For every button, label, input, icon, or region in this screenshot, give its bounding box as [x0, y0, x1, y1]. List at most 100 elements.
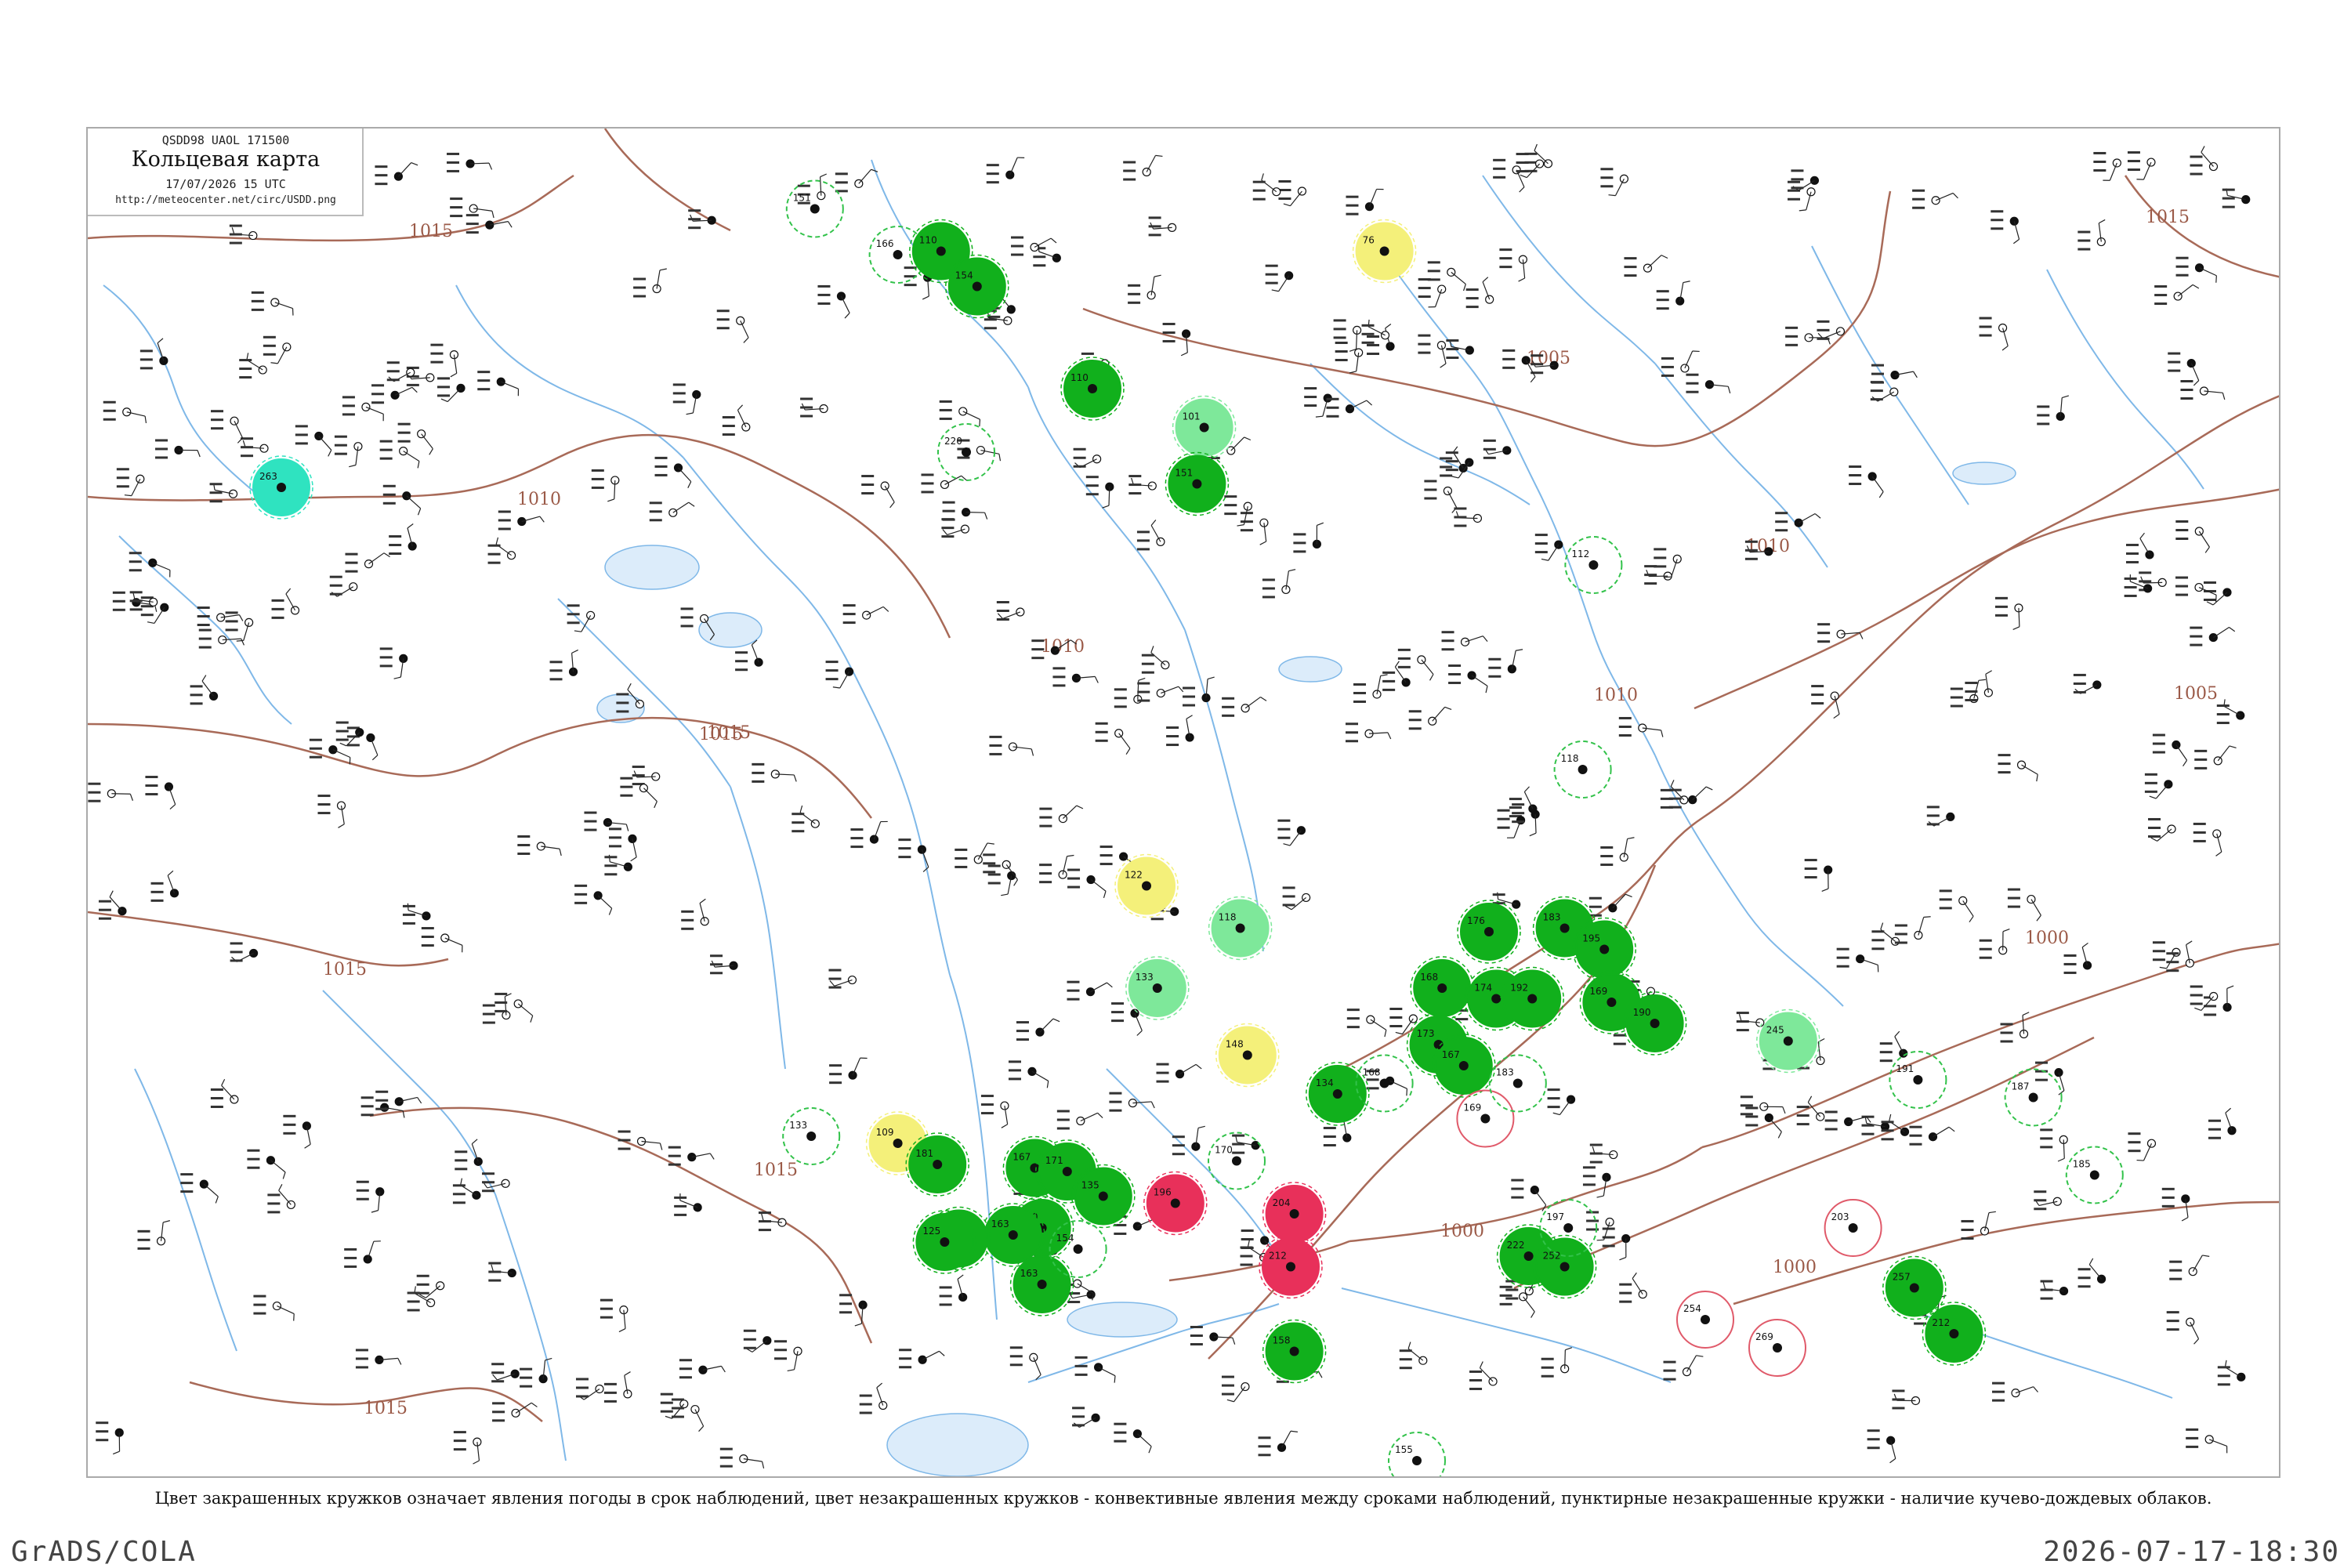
station-glyph: [1266, 265, 1293, 292]
station-glyph: [1293, 523, 1323, 552]
station-glyph: [1052, 667, 1098, 686]
station-glyph: [230, 942, 258, 961]
station-glyph: [2040, 1128, 2067, 1161]
station-glyph: [380, 647, 408, 679]
station-dot: [1232, 1157, 1241, 1166]
station-glyph: [688, 209, 715, 229]
station-glyph: [1137, 520, 1165, 551]
station-temp: 269: [1755, 1331, 1773, 1342]
station-glyph: [1805, 859, 1832, 891]
station-dot: [1286, 1262, 1295, 1272]
station-temp: 204: [1273, 1197, 1291, 1208]
station-glyph: [717, 310, 748, 342]
grads-credit: GrADS/COLA: [11, 1536, 197, 1568]
station-glyph: [633, 269, 667, 298]
station-glyph: [103, 401, 147, 423]
station-dot: [1153, 983, 1162, 993]
station-temp: 220: [944, 436, 962, 447]
station-glyph: [668, 1146, 714, 1166]
station-dot: [940, 1237, 949, 1247]
station-glyph: [861, 475, 894, 508]
station-temp: 154: [955, 270, 973, 281]
station-circle-conv: 203: [1825, 1200, 1882, 1256]
station-dot: [1243, 1051, 1252, 1060]
station-dot: [1560, 924, 1570, 933]
station-glyph: [1039, 806, 1083, 827]
station-glyph: [817, 285, 849, 318]
station-circle-open-green: 220: [938, 424, 994, 480]
station-glyph: [1418, 278, 1446, 307]
station-temp: 222: [1507, 1240, 1525, 1251]
station-glyph: [335, 436, 362, 467]
station-glyph: [723, 405, 750, 436]
station-glyph: [1980, 317, 2009, 351]
bulletin-code: QSDD98 UAOL 171500: [88, 133, 364, 147]
station-temp: 167: [1012, 1152, 1031, 1163]
station-glyph: [2175, 520, 2209, 552]
station-dot: [1849, 1223, 1858, 1233]
station-glyph: [1892, 1389, 1919, 1409]
station-glyph: [1142, 646, 1169, 673]
station-glyph: [774, 1340, 802, 1371]
station-glyph: [989, 736, 1033, 756]
station-glyph: [1548, 1088, 1575, 1114]
station-circle-rain: 176: [1458, 900, 1520, 963]
isobar-labels: 1015 1010 1015 1015 1015 1015 1010 1005 …: [323, 208, 2218, 1418]
station-glyph: [380, 440, 419, 469]
isobar-label: 1000: [2025, 929, 2069, 948]
station-glyph: [151, 871, 179, 901]
station-glyph: [2139, 571, 2166, 591]
station-glyph: [1446, 451, 1473, 478]
station-glyph: [1128, 475, 1156, 494]
station-glyph: [843, 604, 889, 624]
station-glyph: [387, 361, 415, 381]
station-glyph: [1871, 923, 1899, 951]
station-dot: [1290, 1347, 1299, 1356]
station-glyph: [263, 336, 291, 364]
station-dot: [1030, 1164, 1039, 1173]
station-glyph: [576, 1378, 603, 1400]
station-glyph: [899, 1349, 944, 1368]
station-glyph: [1541, 1348, 1572, 1378]
station-glyph: [1737, 1012, 1764, 1031]
station-glyph: [1057, 1110, 1103, 1130]
station-glyph: [1493, 159, 1524, 192]
station-glyph: [336, 722, 364, 746]
station-glyph: [342, 396, 383, 421]
station-glyph: [1980, 929, 2010, 959]
station-glyph: [1511, 1179, 1545, 1211]
station-glyph: [2217, 699, 2244, 724]
station-glyph: [430, 344, 458, 377]
station-glyph: [2074, 674, 2101, 693]
station-circle-cyan: 263: [250, 456, 313, 519]
station-glyph: [2169, 1255, 2209, 1280]
title-box: QSDD98 UAOL 171500 Кольцевая карта 17/07…: [88, 129, 364, 216]
map-url: http://meteocenter.net/circ/USDD.png: [88, 194, 364, 206]
station-glyph: [679, 1359, 725, 1378]
station-glyph: [940, 1275, 967, 1306]
station-glyph: [1862, 1116, 1889, 1135]
station-glyph: [130, 591, 158, 610]
station-temp: 163: [1020, 1268, 1038, 1279]
station-glyph: [1867, 1429, 1896, 1463]
isobar-label: 1010: [517, 490, 561, 509]
station-dot: [936, 247, 946, 256]
station-glyph: [921, 473, 966, 493]
station-circle-showers: 101: [1173, 397, 1236, 459]
station-temp: 110: [919, 235, 937, 246]
station-glyph: [661, 1393, 688, 1419]
station-glyph: [1661, 351, 1700, 377]
station-dot: [1480, 1114, 1490, 1124]
station-dot: [1380, 247, 1389, 256]
station-glyph: [2208, 1108, 2236, 1139]
station-glyph: [1535, 534, 1563, 560]
station-dot: [2029, 1093, 2038, 1103]
isobar-label: 1000: [1440, 1222, 1484, 1241]
station-glyph: [1940, 889, 1973, 922]
station-dot: [1236, 924, 1245, 933]
station-dot: [1784, 1037, 1793, 1046]
station-glyph: [310, 739, 350, 765]
station-glyph: [117, 468, 144, 495]
station-glyph: [600, 1299, 628, 1332]
station-glyph: [267, 1184, 295, 1213]
